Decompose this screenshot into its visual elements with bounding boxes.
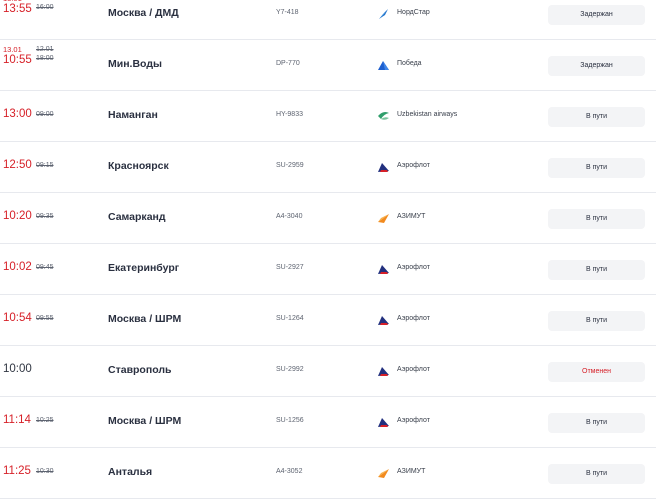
destination-city: Москва / ДМД xyxy=(108,7,179,19)
actual-time: 12:50 xyxy=(3,159,32,171)
actual-time: 13:00 xyxy=(3,108,32,120)
destination-city: Ставрополь xyxy=(108,364,172,376)
scheduled-time: 16:00 xyxy=(36,4,54,11)
actual-time: 11:14 xyxy=(3,414,31,426)
actual-time: 13:55 xyxy=(3,3,32,15)
actual-time: 10:02 xyxy=(3,261,32,273)
airline-name: Аэрофлот xyxy=(397,162,430,169)
flight-number: A4-3052 xyxy=(276,468,303,475)
airline-name: Uzbekistan airways xyxy=(397,111,458,118)
airline-name: Победа xyxy=(397,60,422,67)
status-badge: В пути xyxy=(548,413,645,433)
flight-number: HY-9833 xyxy=(276,111,303,118)
flight-number: DP-770 xyxy=(276,60,300,67)
destination-city: Анталья xyxy=(108,466,153,478)
flight-number: SU-2959 xyxy=(276,162,304,169)
status-badge: Задержан xyxy=(548,5,645,25)
aeroflot-logo-icon xyxy=(377,262,390,274)
scheduled-time: 09:45 xyxy=(36,264,54,271)
aeroflot-logo-icon xyxy=(377,415,390,427)
airline-name: Аэрофлот xyxy=(397,366,430,373)
airline-name: Аэрофлот xyxy=(397,264,430,271)
aeroflot-logo-icon xyxy=(377,160,390,172)
actual-time: 10:55 xyxy=(3,54,32,66)
flight-number: SU-2992 xyxy=(276,366,304,373)
uzbekistan-airways-logo-icon xyxy=(377,109,390,121)
flight-number: SU-2927 xyxy=(276,264,304,271)
scheduled-time: 10:30 xyxy=(36,468,54,475)
flight-number: SU-1256 xyxy=(276,417,304,424)
flight-row[interactable]: 11:14 10:25 Москва / ШРМ SU-1256 Аэрофлот В п… xyxy=(0,397,656,448)
actual-time: 10:54 xyxy=(3,312,32,324)
destination-city: Самарканд xyxy=(108,211,166,223)
airline-name: АЗИМУТ xyxy=(397,468,426,475)
pobeda-logo-icon xyxy=(377,58,390,70)
azimut-logo-icon xyxy=(377,211,390,223)
destination-city: Москва / ШРМ xyxy=(108,313,182,325)
destination-city: Москва / ШРМ xyxy=(108,415,182,427)
airline-name: АЗИМУТ xyxy=(397,213,426,220)
actual-time: 10:20 xyxy=(3,210,32,222)
nordstar-logo-icon xyxy=(377,7,390,19)
actual-time: 11:25 xyxy=(3,465,31,477)
flight-board: 13.01 12.01 13:55 16:00 Москва / ДМД Y7-418 Но… xyxy=(0,0,656,502)
status-badge: В пути xyxy=(548,209,645,229)
airline-name: Аэрофлот xyxy=(397,417,430,424)
scheduled-date: 12.01 xyxy=(36,46,54,53)
flight-row[interactable]: 12:50 09:15 Красноярск SU-2959 Аэрофлот В пут… xyxy=(0,142,656,193)
scheduled-time: 10:25 xyxy=(36,417,54,424)
destination-city: Красноярск xyxy=(108,160,169,172)
flight-row[interactable]: 10:00 Ставрополь SU-2992 Аэрофлот Отменен xyxy=(0,346,656,397)
status-badge: Задержан xyxy=(548,56,645,76)
status-badge: В пути xyxy=(548,260,645,280)
actual-date: 13.01 xyxy=(3,45,22,54)
scheduled-time: 18:00 xyxy=(36,55,54,62)
flight-row[interactable]: 11:25 10:30 Анталья A4-3052 АЗИМУТ В пути xyxy=(0,448,656,499)
destination-city: Наманган xyxy=(108,109,158,121)
status-badge: В пути xyxy=(548,107,645,127)
flight-row[interactable]: 13.01 12.01 10:55 18:00 Мин.Воды DP-770 Победа… xyxy=(0,40,656,91)
airline-name: Аэрофлот xyxy=(397,315,430,322)
scheduled-time: 09:15 xyxy=(36,162,54,169)
scheduled-date: 12.01 xyxy=(36,0,54,2)
status-badge: В пути xyxy=(548,158,645,178)
azimut-logo-icon xyxy=(377,466,390,478)
flight-row[interactable]: 13.0112.0113:5516:00Москва / ДМДY7-418Но… xyxy=(0,0,656,40)
flight-row[interactable]: 13:00 09:00 Наманган HY-9833 Uzbekistan airw… xyxy=(0,91,656,142)
scheduled-time: 09:55 xyxy=(36,315,54,322)
flight-row[interactable]: 10:02 09:45 Екатеринбург SU-2927 Аэрофлот В п… xyxy=(0,244,656,295)
scheduled-time: 09:35 xyxy=(36,213,54,220)
status-badge: В пути xyxy=(548,311,645,331)
flight-number: SU-1264 xyxy=(276,315,304,322)
flight-number: A4-3040 xyxy=(276,213,303,220)
actual-time: 10:00 xyxy=(3,363,32,375)
flight-row[interactable]: 10:20 09:35 Самарканд A4-3040 АЗИМУТ В пути xyxy=(0,193,656,244)
status-badge: Отменен xyxy=(548,362,645,382)
airline-name: НордСтар xyxy=(397,9,430,16)
destination-city: Екатеринбург xyxy=(108,262,180,274)
flight-row[interactable]: 10:54 09:55 Москва / ШРМ SU-1264 Аэрофлот В п… xyxy=(0,295,656,346)
aeroflot-logo-icon xyxy=(377,313,390,325)
scheduled-time: 09:00 xyxy=(36,111,54,118)
flight-number: Y7-418 xyxy=(276,9,299,16)
aeroflot-logo-icon xyxy=(377,364,390,376)
destination-city: Мин.Воды xyxy=(108,58,162,70)
status-badge: В пути xyxy=(548,464,645,484)
